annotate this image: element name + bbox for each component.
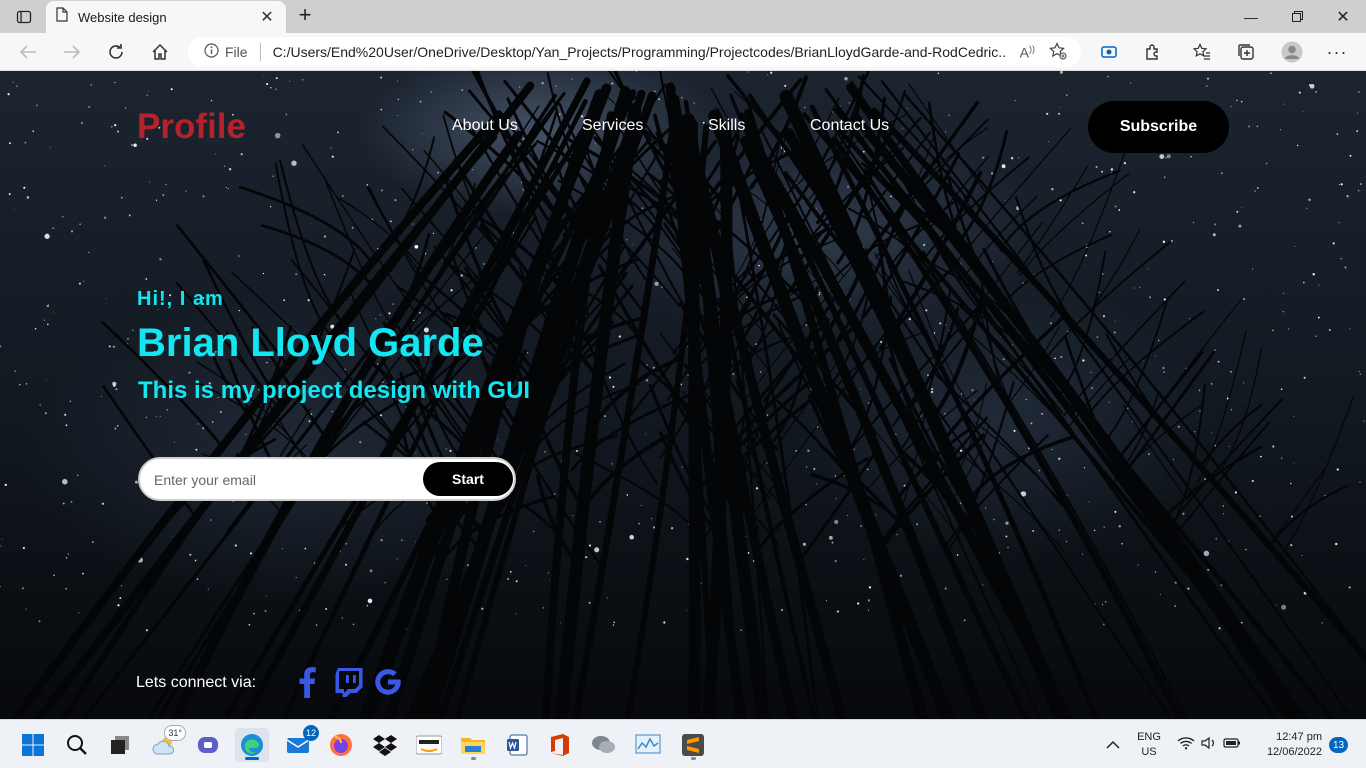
edge-taskbar-icon[interactable] xyxy=(235,728,269,762)
word-icon[interactable] xyxy=(500,728,534,762)
nav-about-us[interactable]: About Us xyxy=(452,117,518,135)
favorites-icon[interactable] xyxy=(1187,38,1217,66)
speech-bubbles-icon[interactable] xyxy=(587,728,621,762)
battery-icon xyxy=(1223,736,1241,754)
refresh-icon[interactable] xyxy=(101,38,131,66)
subscribe-button[interactable]: Subscribe xyxy=(1088,101,1229,153)
taskbar: 31° 12 ENG US 12:47 pm 12/06/2022 13 xyxy=(0,719,1366,768)
browser-tab[interactable]: Website design ✕ xyxy=(46,1,286,33)
nav-services[interactable]: Services xyxy=(582,117,643,135)
nav-contact-us[interactable]: Contact Us xyxy=(810,117,889,135)
collections-icon[interactable] xyxy=(1231,38,1261,66)
extensions-icon[interactable] xyxy=(1138,38,1168,66)
mail-badge: 12 xyxy=(302,725,319,741)
nav-skills[interactable]: Skills xyxy=(708,117,745,135)
email-form: Start xyxy=(138,457,516,501)
twitch-icon[interactable] xyxy=(332,665,366,699)
forward-icon[interactable] xyxy=(57,38,87,66)
start-button[interactable]: Start xyxy=(423,462,513,496)
close-window-button[interactable]: ✕ xyxy=(1320,0,1366,33)
weather-temp-badge: 31° xyxy=(164,725,186,741)
site-info[interactable]: File xyxy=(204,43,261,61)
search-icon[interactable] xyxy=(60,728,94,762)
page-viewport: Profile About Us Services Skills Contact… xyxy=(0,71,1366,719)
clock-time: 12:47 pm xyxy=(1276,731,1322,743)
task-view-icon[interactable] xyxy=(103,728,137,762)
browser-toolbar: File C:/Users/End%20User/OneDrive/Deskto… xyxy=(0,33,1366,71)
sublime-text-icon[interactable] xyxy=(676,728,710,762)
email-input[interactable] xyxy=(154,469,414,491)
new-tab-button[interactable]: + xyxy=(292,4,318,28)
file-explorer-icon[interactable] xyxy=(456,728,490,762)
facebook-icon[interactable] xyxy=(290,665,324,699)
running-indicator xyxy=(471,757,476,760)
resource-monitor-icon[interactable] xyxy=(631,728,665,762)
home-icon[interactable] xyxy=(145,38,175,66)
url-text[interactable]: C:/Users/End%20User/OneDrive/Desktop/Yan… xyxy=(273,44,1006,60)
back-icon[interactable] xyxy=(13,38,43,66)
hero-name: Brian Lloyd Garde xyxy=(137,321,484,365)
close-tab-icon[interactable]: ✕ xyxy=(258,7,276,27)
teams-chat-icon[interactable] xyxy=(191,728,225,762)
screen-capture-icon[interactable] xyxy=(1094,38,1124,66)
language-indicator[interactable]: ENG US xyxy=(1134,730,1164,760)
system-tray-status[interactable] xyxy=(1174,728,1244,762)
dropbox-icon[interactable] xyxy=(368,728,402,762)
restore-button[interactable] xyxy=(1274,0,1320,33)
site-logo[interactable]: Profile xyxy=(137,107,246,147)
connect-label: Lets connect via: xyxy=(136,674,257,691)
tab-title: Website design xyxy=(78,9,167,25)
tab-actions-icon[interactable] xyxy=(10,6,38,28)
volume-icon xyxy=(1201,736,1217,755)
region-label: US xyxy=(1141,746,1157,758)
office-icon[interactable] xyxy=(543,728,577,762)
language-label: ENG xyxy=(1137,731,1161,743)
greeting-text: Hi!, I am xyxy=(137,288,224,310)
show-hidden-icons-chevron-icon[interactable] xyxy=(1098,728,1128,762)
mail-icon[interactable]: 12 xyxy=(281,725,319,762)
more-options-icon[interactable]: ··· xyxy=(1322,38,1352,66)
address-scheme-label: File xyxy=(225,44,248,60)
notification-count-badge[interactable]: 13 xyxy=(1329,737,1348,753)
page-icon xyxy=(56,7,68,27)
add-favorite-icon[interactable] xyxy=(1049,41,1067,63)
read-aloud-icon[interactable]: A)) xyxy=(1020,44,1035,61)
hero-tagline: This is my project design with GUI xyxy=(138,377,531,404)
address-bar[interactable]: File C:/Users/End%20User/OneDrive/Deskto… xyxy=(188,37,1081,67)
firefox-icon[interactable] xyxy=(324,728,358,762)
clock[interactable]: 12:47 pm 12/06/2022 xyxy=(1252,730,1322,760)
clock-date: 12/06/2022 xyxy=(1266,746,1322,758)
active-indicator xyxy=(245,757,259,760)
running-indicator xyxy=(691,757,696,760)
tab-bar: Website design ✕ + — ✕ xyxy=(0,0,1366,33)
weather-widget-icon[interactable]: 31° xyxy=(148,725,186,762)
windows-start-icon[interactable] xyxy=(16,728,50,762)
minimize-button[interactable]: — xyxy=(1228,0,1274,33)
wifi-icon xyxy=(1177,736,1195,755)
info-icon xyxy=(204,43,219,61)
google-icon[interactable] xyxy=(371,665,405,699)
amazon-icon[interactable] xyxy=(412,728,446,762)
profile-avatar[interactable] xyxy=(1277,38,1307,66)
